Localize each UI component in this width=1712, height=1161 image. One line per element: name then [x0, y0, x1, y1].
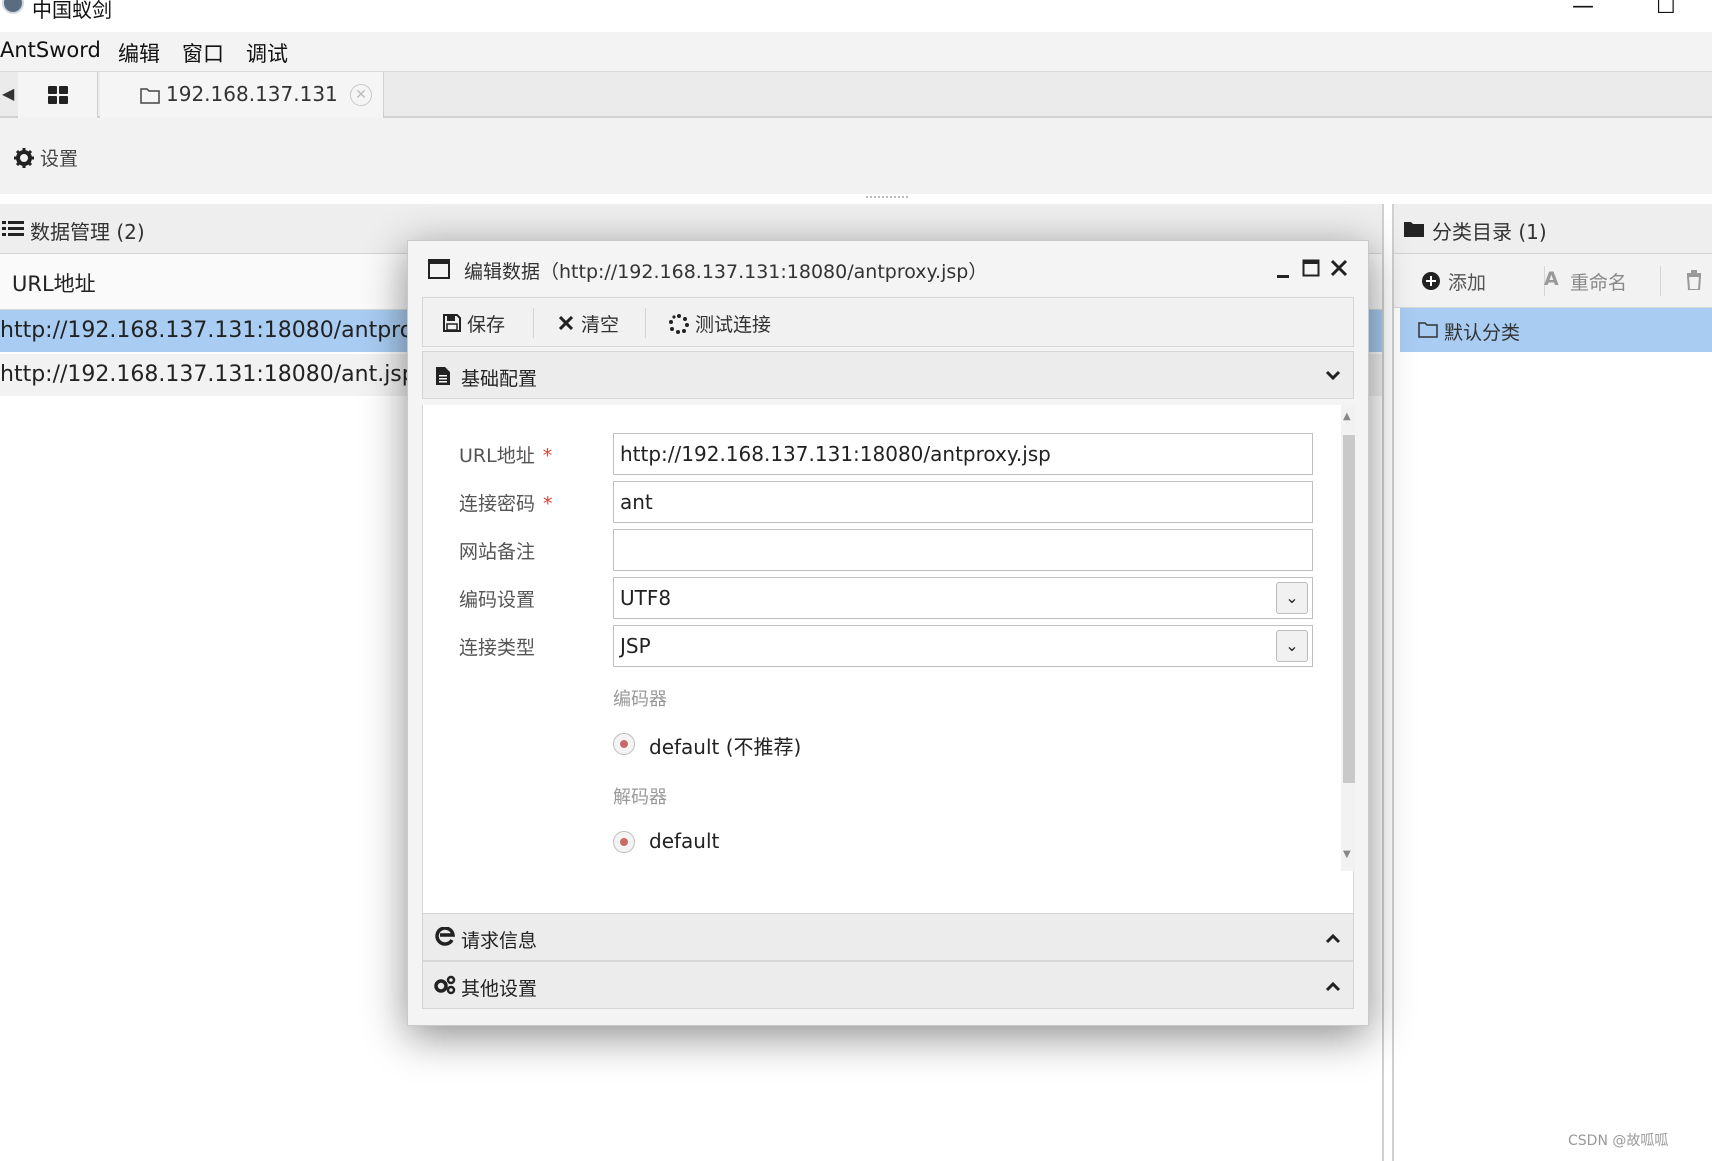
radio-selected-icon[interactable]	[613, 733, 635, 755]
row-url: http://192.168.137.131:18080/antproxy.js…	[0, 318, 474, 343]
dialog-toolbar: 保存 清空 测试连接	[422, 297, 1354, 347]
password-input[interactable]	[613, 481, 1313, 523]
section-request-info[interactable]: 请求信息	[422, 913, 1354, 961]
tab-host-label: 192.168.137.131	[166, 82, 338, 106]
tab-scroll-left-icon[interactable]: ◀	[2, 84, 14, 103]
save-icon	[443, 314, 461, 332]
note-input[interactable]	[613, 529, 1313, 571]
window-titlebar: 中国蚁剑 — ☐	[0, 0, 1712, 32]
panel-splitter[interactable]	[866, 196, 908, 202]
folder-icon	[1418, 322, 1438, 338]
encoding-select-value: UTF8	[620, 586, 672, 610]
chevron-down-icon	[1325, 370, 1341, 381]
password-field-label: 连接密码 *	[459, 493, 553, 515]
basic-config-form: URL地址* 连接密码* 网站备注 编码设置 UTF8 ⌄ 连接类型 JSP ⌄…	[422, 405, 1355, 915]
toolbar-separator	[1660, 266, 1661, 296]
toolbar-separator	[645, 308, 646, 338]
dialog-header[interactable]: 编辑数据（http://192.168.137.131:18080/antpro…	[408, 241, 1368, 295]
add-category-button[interactable]: 添加	[1448, 268, 1486, 295]
section-basic-label: 基础配置	[461, 368, 538, 390]
menubar: AntSword 编辑 窗口 调试	[0, 32, 1712, 72]
folder-icon	[1404, 222, 1424, 237]
grid-icon	[48, 86, 68, 104]
tabbar: ◀ 192.168.137.131 ✕	[0, 72, 1712, 118]
menu-antsword[interactable]: AntSword	[0, 38, 101, 62]
chevron-down-icon[interactable]: ⌄	[1276, 582, 1308, 614]
menu-window[interactable]: 窗口	[182, 38, 224, 68]
connection-type-select[interactable]: JSP ⌄	[613, 625, 1313, 667]
rename-icon: A	[1544, 268, 1559, 290]
watermark: CSDN @故呱呱	[1568, 1133, 1669, 1149]
plus-circle-icon	[1422, 272, 1440, 290]
scrollbar-thumb[interactable]	[1343, 435, 1355, 783]
settings-bar: 设置	[0, 118, 1712, 194]
encoder-option-label: default (不推荐)	[649, 735, 802, 759]
dialog-close-icon[interactable]	[1330, 259, 1348, 277]
url-column-header-label: URL地址	[12, 272, 96, 296]
note-field-label: 网站备注	[459, 541, 536, 563]
save-button[interactable]: 保存	[467, 310, 505, 337]
rename-category-button[interactable]: 重命名	[1570, 268, 1627, 295]
dialog-title: 编辑数据（http://192.168.137.131:18080/antpro…	[464, 261, 988, 283]
section-request-label: 请求信息	[461, 930, 538, 952]
type-field-label: 连接类型	[459, 637, 536, 659]
tab-home[interactable]	[18, 72, 98, 118]
type-select-value: JSP	[620, 634, 651, 658]
folder-icon	[140, 88, 160, 104]
clear-button[interactable]: 清空	[581, 310, 619, 337]
radio-selected-icon[interactable]	[613, 831, 635, 853]
window-title: 中国蚁剑	[32, 0, 112, 22]
url-input[interactable]	[613, 433, 1313, 475]
chevron-up-icon	[1325, 981, 1341, 992]
decoder-option-label: default	[649, 829, 720, 853]
window-icon	[428, 259, 450, 279]
gear-icon	[14, 148, 34, 168]
chevron-up-icon	[1325, 933, 1341, 944]
tab-close-icon[interactable]: ✕	[350, 84, 372, 106]
settings-label[interactable]: 设置	[40, 144, 78, 171]
category-toolbar: 添加 A 重命名	[1394, 254, 1712, 308]
scroll-down-icon[interactable]: ▼	[1343, 849, 1351, 860]
section-other-settings[interactable]: 其他设置	[422, 961, 1354, 1009]
category-item[interactable]: 默认分类	[1400, 308, 1712, 352]
section-other-label: 其他设置	[461, 978, 538, 1000]
dialog-maximize-icon[interactable]	[1302, 259, 1320, 277]
encoding-select[interactable]: UTF8 ⌄	[613, 577, 1313, 619]
tab-host[interactable]: 192.168.137.131 ✕	[100, 72, 384, 118]
category-panel-header: 分类目录 (1)	[1394, 204, 1712, 254]
test-connection-button[interactable]: 测试连接	[695, 310, 771, 337]
decoder-heading: 解码器	[613, 787, 667, 808]
document-icon	[436, 367, 450, 385]
maximize-button[interactable]: ☐	[1656, 0, 1676, 19]
category-panel-title: 分类目录 (1)	[1432, 220, 1547, 244]
app-logo-icon	[2, 0, 24, 14]
form-scrollbar[interactable]: ▲ ▼	[1341, 405, 1355, 871]
browser-icon	[435, 927, 455, 946]
row-url: http://192.168.137.131:18080/ant.jsp	[0, 362, 416, 387]
encoder-heading: 编码器	[613, 689, 667, 710]
category-panel: 分类目录 (1) 添加 A 重命名 默认分类	[1392, 204, 1712, 1161]
category-label: 默认分类	[1444, 322, 1521, 344]
data-panel-title: 数据管理 (2)	[30, 220, 145, 244]
menu-edit[interactable]: 编辑	[118, 38, 160, 68]
section-basic-config[interactable]: 基础配置	[422, 351, 1354, 399]
trash-icon[interactable]	[1686, 270, 1702, 290]
list-icon	[2, 221, 24, 236]
menu-debug[interactable]: 调试	[246, 38, 288, 68]
toolbar-separator	[533, 308, 534, 338]
x-icon	[559, 316, 573, 330]
dialog-minimize-icon[interactable]	[1276, 259, 1290, 279]
url-field-label: URL地址 *	[459, 445, 553, 467]
spinner-icon	[669, 314, 689, 334]
cogs-icon	[434, 975, 456, 995]
encoding-field-label: 编码设置	[459, 589, 536, 611]
scroll-up-icon[interactable]: ▲	[1343, 411, 1351, 422]
chevron-down-icon[interactable]: ⌄	[1276, 630, 1308, 662]
minimize-button[interactable]: —	[1572, 0, 1594, 19]
edit-data-dialog: 编辑数据（http://192.168.137.131:18080/antpro…	[407, 240, 1369, 1026]
